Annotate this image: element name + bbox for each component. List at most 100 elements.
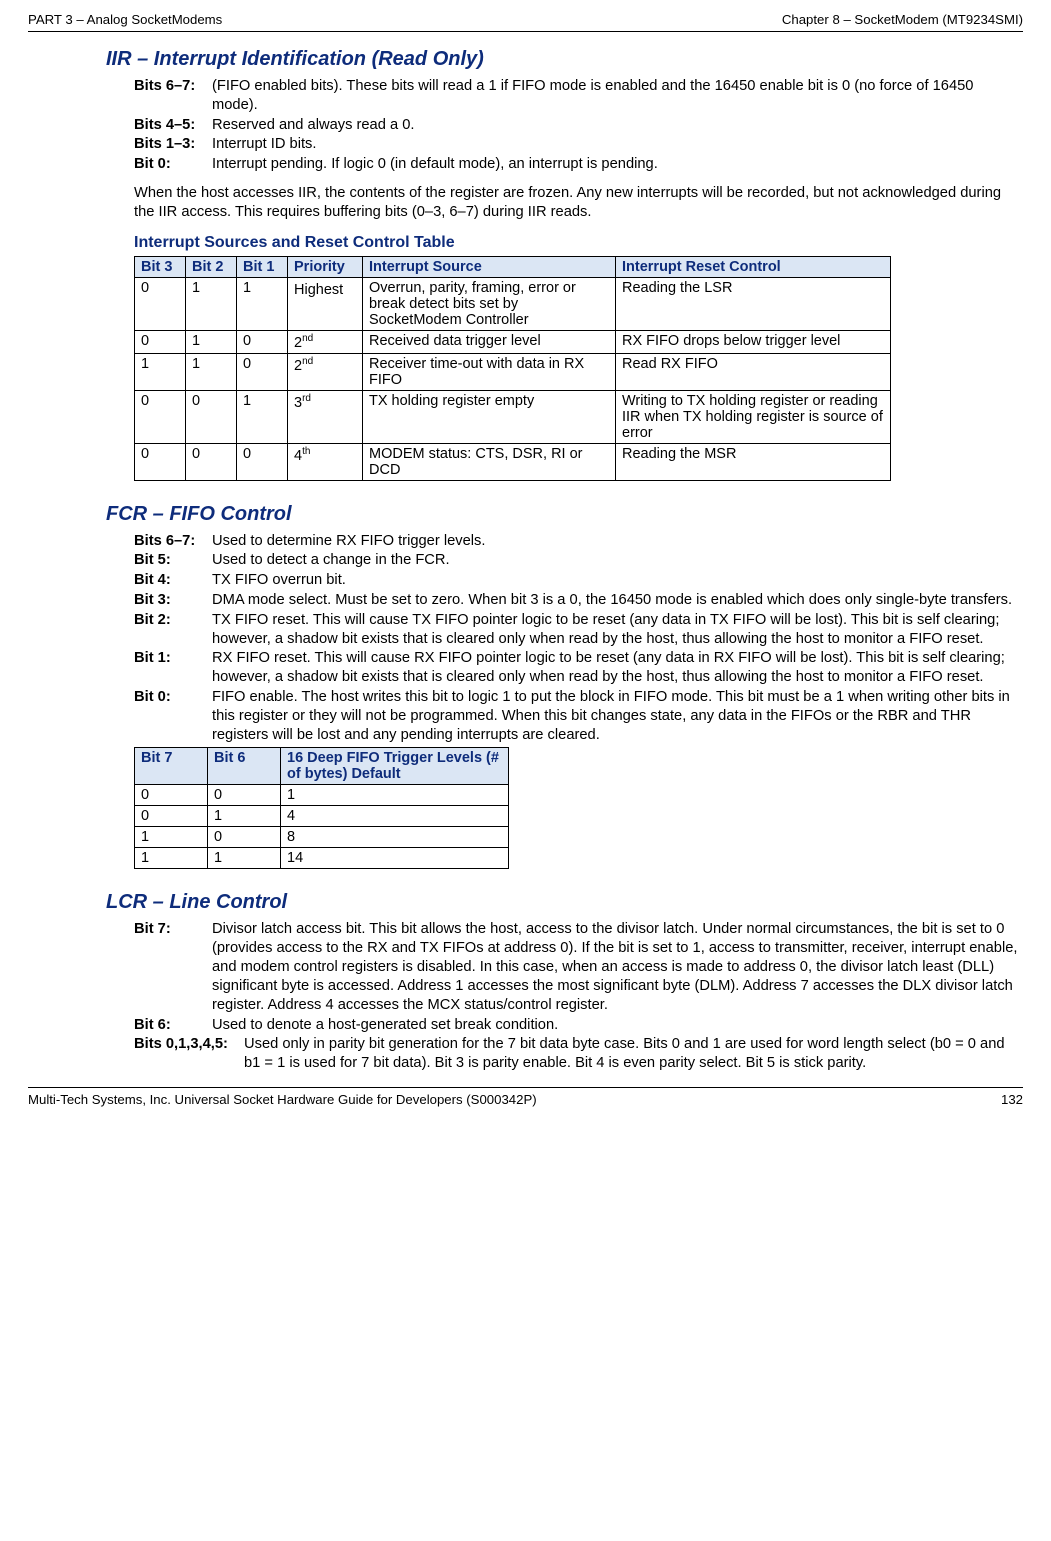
td: 4: [281, 806, 509, 827]
bit-text: TX FIFO overrun bit.: [212, 571, 1023, 590]
header-left: PART 3 – Analog SocketModems: [28, 12, 222, 27]
bit-text: RX FIFO reset. This will cause RX FIFO p…: [212, 649, 1023, 687]
td: 0: [135, 443, 186, 480]
lcr-bit-row: Bits 0,1,3,4,5:Used only in parity bit g…: [134, 1035, 1023, 1073]
table-row: 1 1 0 2nd Receiver time-out with data in…: [135, 353, 891, 390]
th: Bit 7: [135, 748, 208, 785]
td: 1: [208, 806, 281, 827]
td: Reading the MSR: [616, 443, 891, 480]
page-footer: Multi-Tech Systems, Inc. Universal Socke…: [28, 1092, 1023, 1107]
td: 4th: [288, 443, 363, 480]
td: Highest: [288, 277, 363, 330]
lcr-title: LCR – Line Control: [106, 891, 1023, 914]
iir-table-title: Interrupt Sources and Reset Control Tabl…: [134, 234, 1023, 252]
fifo-trigger-table: Bit 7 Bit 6 16 Deep FIFO Trigger Levels …: [134, 747, 509, 869]
th: Interrupt Reset Control: [616, 256, 891, 277]
bit-text: Reserved and always read a 0.: [212, 116, 1023, 135]
bit-label: Bit 0:: [134, 688, 212, 744]
footer-left: Multi-Tech Systems, Inc. Universal Socke…: [28, 1092, 537, 1107]
page-header: PART 3 – Analog SocketModems Chapter 8 –…: [28, 12, 1023, 27]
td: Read RX FIFO: [616, 353, 891, 390]
iir-title: IIR – Interrupt Identification (Read Onl…: [106, 48, 1023, 71]
bit-label: Bits 0,1,3,4,5:: [134, 1035, 244, 1073]
lcr-bit-row: Bit 6:Used to denote a host-generated se…: [134, 1016, 1023, 1035]
th: Interrupt Source: [363, 256, 616, 277]
header-right: Chapter 8 – SocketModem (MT9234SMI): [782, 12, 1023, 27]
td: 1: [186, 277, 237, 330]
table-row: 0 0 0 4th MODEM status: CTS, DSR, RI or …: [135, 443, 891, 480]
bit-text: DMA mode select. Must be set to zero. Wh…: [212, 591, 1023, 610]
td: 8: [281, 827, 509, 848]
iir-bit-row: Bits 6–7: (FIFO enabled bits). These bit…: [134, 77, 1023, 115]
section-iir: IIR – Interrupt Identification (Read Onl…: [106, 48, 1023, 481]
interrupt-table: Bit 3 Bit 2 Bit 1 Priority Interrupt Sou…: [134, 256, 891, 481]
td: 14: [281, 848, 509, 869]
td: 0: [135, 330, 186, 353]
bit-label: Bit 0:: [134, 155, 212, 174]
bit-text: Interrupt ID bits.: [212, 135, 1023, 154]
td: 1: [186, 330, 237, 353]
bit-text: FIFO enable. The host writes this bit to…: [212, 688, 1023, 744]
fcr-bit-row: Bits 6–7:Used to determine RX FIFO trigg…: [134, 532, 1023, 551]
fcr-bit-row: Bit 1:RX FIFO reset. This will cause RX …: [134, 649, 1023, 687]
header-rule: [28, 31, 1023, 32]
bit-label: Bit 7:: [134, 920, 212, 1014]
td: 0: [135, 390, 186, 443]
table-row: 0 0 1 3rd TX holding register empty Writ…: [135, 390, 891, 443]
fcr-bit-row: Bit 5:Used to detect a change in the FCR…: [134, 551, 1023, 570]
bit-label: Bits 1–3:: [134, 135, 212, 154]
bit-text: Used to determine RX FIFO trigger levels…: [212, 532, 1023, 551]
iir-bit-row: Bits 1–3: Interrupt ID bits.: [134, 135, 1023, 154]
table-header-row: Bit 3 Bit 2 Bit 1 Priority Interrupt Sou…: [135, 256, 891, 277]
td: 0: [186, 443, 237, 480]
bit-text: (FIFO enabled bits). These bits will rea…: [212, 77, 1023, 115]
footer-rule: [28, 1087, 1023, 1088]
td: TX holding register empty: [363, 390, 616, 443]
bit-label: Bits 4–5:: [134, 116, 212, 135]
td: Writing to TX holding register or readin…: [616, 390, 891, 443]
bit-label: Bit 1:: [134, 649, 212, 687]
table-row: 1114: [135, 848, 509, 869]
table-row: 108: [135, 827, 509, 848]
td: RX FIFO drops below trigger level: [616, 330, 891, 353]
td: 0: [208, 827, 281, 848]
td: 0: [186, 390, 237, 443]
bit-label: Bits 6–7:: [134, 532, 212, 551]
bit-label: Bit 3:: [134, 591, 212, 610]
table-row: 0 1 0 2nd Received data trigger level RX…: [135, 330, 891, 353]
lcr-bit-row: Bit 7:Divisor latch access bit. This bit…: [134, 920, 1023, 1014]
td: Overrun, parity, framing, error or break…: [363, 277, 616, 330]
td: 1: [186, 353, 237, 390]
td: 0: [237, 330, 288, 353]
iir-bit-row: Bits 4–5: Reserved and always read a 0.: [134, 116, 1023, 135]
td: 1: [135, 827, 208, 848]
bit-text: Used to denote a host-generated set brea…: [212, 1016, 1023, 1035]
fcr-bit-row: Bit 4:TX FIFO overrun bit.: [134, 571, 1023, 590]
td: 1: [237, 277, 288, 330]
footer-right: 132: [1001, 1092, 1023, 1107]
section-fcr: FCR – FIFO Control Bits 6–7:Used to dete…: [106, 503, 1023, 870]
td: 1: [135, 848, 208, 869]
bit-text: TX FIFO reset. This will cause TX FIFO p…: [212, 611, 1023, 649]
td: 0: [237, 353, 288, 390]
td: MODEM status: CTS, DSR, RI or DCD: [363, 443, 616, 480]
th: Bit 6: [208, 748, 281, 785]
fcr-title: FCR – FIFO Control: [106, 503, 1023, 526]
td: 3rd: [288, 390, 363, 443]
iir-paragraph: When the host accesses IIR, the contents…: [134, 184, 1023, 222]
iir-bit-row: Bit 0: Interrupt pending. If logic 0 (in…: [134, 155, 1023, 174]
td: 0: [135, 277, 186, 330]
td: 1: [135, 353, 186, 390]
bit-text: Divisor latch access bit. This bit allow…: [212, 920, 1023, 1014]
bit-label: Bit 4:: [134, 571, 212, 590]
table-row: 001: [135, 785, 509, 806]
td: Reading the LSR: [616, 277, 891, 330]
th: Priority: [288, 256, 363, 277]
th: Bit 2: [186, 256, 237, 277]
td: 1: [281, 785, 509, 806]
td: Receiver time-out with data in RX FIFO: [363, 353, 616, 390]
td: 0: [208, 785, 281, 806]
bit-text: Interrupt pending. If logic 0 (in defaul…: [212, 155, 1023, 174]
td: 2nd: [288, 353, 363, 390]
table-header-row: Bit 7 Bit 6 16 Deep FIFO Trigger Levels …: [135, 748, 509, 785]
